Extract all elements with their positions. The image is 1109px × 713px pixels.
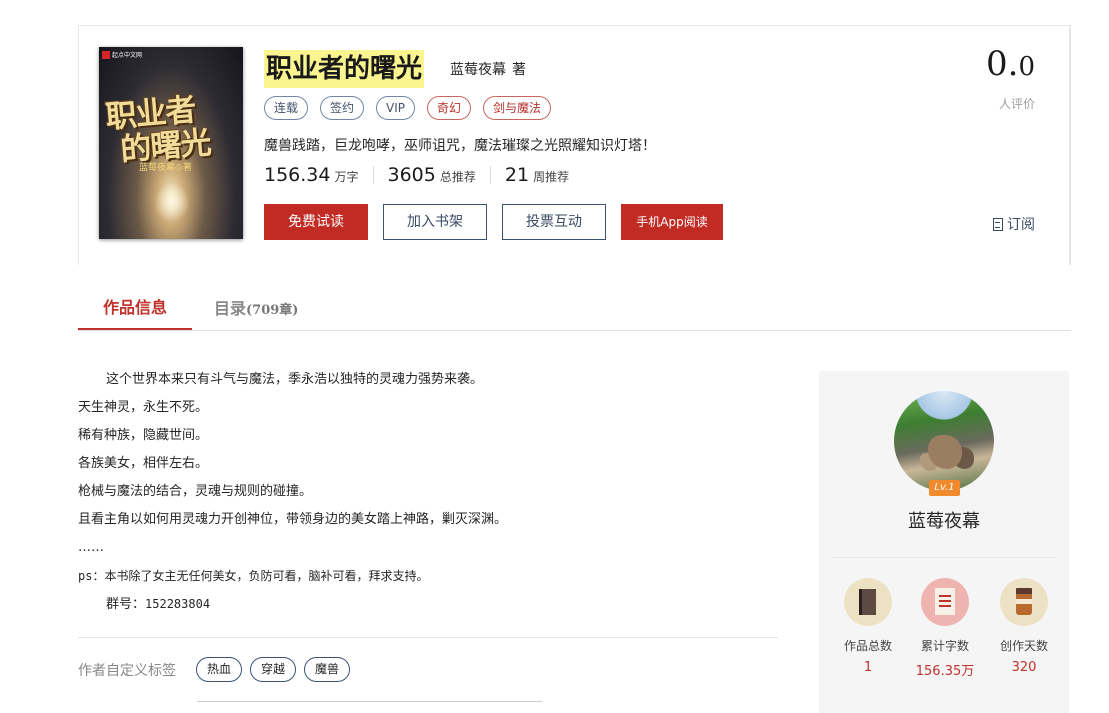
author-stat-label: 作品总数 — [843, 639, 892, 653]
description-line: 枪械与魔法的结合，灵魂与规则的碰撞。 — [78, 484, 313, 499]
author-stat-label: 创作天数 — [999, 639, 1048, 653]
tab-catalog[interactable]: 目录(709章) — [214, 290, 298, 330]
panel-divider — [831, 557, 1057, 558]
week-recommend-value: 21 — [504, 164, 530, 186]
custom-tag[interactable]: 穿越 — [250, 657, 297, 682]
avatar-scenery — [928, 435, 962, 469]
tab-catalog-count: (709章) — [246, 303, 299, 318]
word-count-stat: 156.34 万字 — [264, 164, 359, 186]
publisher-badge: 起点中文网 — [102, 50, 142, 59]
custom-tag[interactable]: 魔兽 — [304, 657, 351, 682]
book-header-card: 起点中文网 职业者 的曙光 蓝莓夜幕◎著 职业者的曙光 蓝莓夜幕著 连载 签约 … — [78, 25, 1071, 265]
book-tags: 连载 签约 VIP 奇幻 剑与魔法 — [264, 96, 552, 120]
description-line: 各族美女，相伴左右。 — [78, 456, 209, 471]
section-divider — [78, 637, 778, 638]
group-number-value: 152283804 — [145, 597, 211, 611]
author-stat-words: 累计字数 156.35万 — [906, 578, 984, 679]
cover-author: 蓝莓夜幕◎著 — [139, 163, 192, 173]
custom-tags-label: 作者自定义标签 — [78, 662, 176, 679]
total-recommend-stat: 3605 总推荐 — [388, 164, 476, 186]
vote-interact-button[interactable]: 投票互动 — [502, 204, 606, 240]
tag-signed: 签约 — [320, 96, 365, 120]
description-line: …… — [78, 540, 104, 555]
subscribe-label: 订阅 — [1007, 217, 1035, 233]
author-stat-value: 1 — [863, 660, 873, 675]
cover-light-glow — [154, 182, 190, 222]
author-stat-value: 320 — [1011, 660, 1037, 675]
rating-count-label[interactable]: 人评价 — [999, 95, 1035, 112]
stat-divider — [372, 166, 374, 184]
week-recommend-unit: 周推荐 — [533, 170, 570, 184]
description-line: 这个世界本来只有斗气与魔法，季永浩以独特的灵魂力强势来袭。 — [106, 372, 484, 387]
book-title: 职业者的曙光 — [264, 50, 425, 88]
word-count-value: 156.34 — [264, 164, 331, 186]
subscribe-link[interactable]: 订阅 — [993, 214, 1035, 234]
author-stat-value: 156.35万 — [915, 664, 975, 679]
word-count-unit: 万字 — [334, 170, 359, 184]
author-custom-tags: 作者自定义标签 热血 穿越 魔兽 — [78, 657, 358, 682]
custom-tag[interactable]: 热血 — [196, 657, 243, 682]
author-panel: Lv.1 蓝莓夜幕 作品总数 1 累计字数 156.35万 创作天数 320 — [819, 371, 1069, 713]
description-line: 且看主角以如何用灵魂力开创神位，带领身边的美女踏上神路，剿灭深渊。 — [78, 512, 508, 527]
author-link[interactable]: 蓝莓夜幕 — [450, 62, 506, 78]
description-line: 稀有种族，隐藏世间。 — [78, 428, 209, 443]
total-recommend-value: 3605 — [387, 164, 436, 186]
rating-integer: 0. — [986, 44, 1019, 84]
description-line: 天生神灵，永生不死。 — [78, 400, 209, 415]
week-recommend-stat: 21 周推荐 — [505, 164, 569, 186]
group-number-label: 群号： — [106, 597, 146, 612]
mobile-app-read-button[interactable]: 手机App阅读 — [621, 204, 723, 240]
document-icon — [921, 578, 969, 626]
book-icon — [844, 578, 892, 626]
book-author: 蓝莓夜幕著 — [450, 59, 526, 79]
author-avatar[interactable] — [894, 391, 994, 491]
section-divider — [197, 701, 542, 702]
author-suffix: 著 — [512, 62, 527, 78]
title-row: 职业者的曙光 蓝莓夜幕著 — [264, 50, 526, 88]
book-intro: 魔兽践踏，巨龙咆哮，巫师诅咒，魔法璀璨之光照耀知识灯塔！ — [264, 138, 656, 154]
tag-vip: VIP — [376, 96, 416, 120]
tab-book-info[interactable]: 作品信息 — [78, 290, 192, 330]
book-stats: 156.34 万字 3605 总推荐 21 周推荐 — [264, 164, 569, 186]
group-number-line: 群号：152283804 — [78, 590, 778, 619]
add-to-shelf-button[interactable]: 加入书架 — [383, 204, 487, 240]
tag-category-fantasy[interactable]: 奇幻 — [427, 96, 472, 120]
author-stat-label: 累计字数 — [920, 639, 969, 653]
tag-serializing: 连载 — [264, 96, 309, 120]
content-tabs: 作品信息 目录(709章) — [78, 290, 1071, 331]
book-description: 这个世界本来只有斗气与魔法，季永浩以独特的灵魂力强势来袭。 天生神灵，永生不死。… — [78, 366, 778, 619]
rating-score: 0.0 — [986, 44, 1035, 84]
stat-divider — [489, 166, 491, 184]
rating-decimal: 0 — [1018, 52, 1035, 82]
cover-title: 职业者 的曙光 — [104, 91, 212, 169]
total-recommend-unit: 总推荐 — [439, 170, 476, 184]
tag-subcategory-sword-magic[interactable]: 剑与魔法 — [483, 96, 552, 120]
description-line: ps：本书除了女主无任何美女，负防可看，脑补可看，拜求支持。 — [78, 569, 429, 583]
free-read-button[interactable]: 免费试读 — [264, 204, 368, 240]
tab-catalog-label: 目录 — [214, 299, 247, 318]
author-stat-days: 创作天数 320 — [985, 578, 1063, 675]
book-cover-image[interactable]: 起点中文网 职业者 的曙光 蓝莓夜幕◎著 — [99, 47, 243, 239]
author-stat-works: 作品总数 1 — [829, 578, 907, 675]
author-level-badge: Lv.1 — [929, 480, 960, 496]
document-icon — [993, 217, 1003, 231]
publisher-logo-icon — [102, 50, 110, 59]
author-name[interactable]: 蓝莓夜幕 — [819, 507, 1069, 533]
coffee-cup-icon — [1000, 578, 1048, 626]
action-buttons: 免费试读 加入书架 投票互动 手机App阅读 — [264, 204, 723, 240]
